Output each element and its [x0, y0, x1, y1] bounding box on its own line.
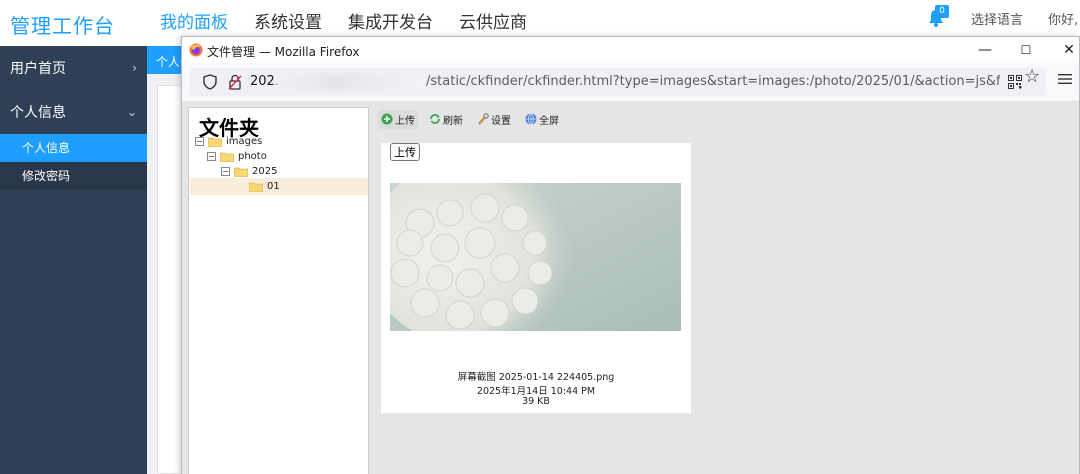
- toolbar-fullscreen-label: 全屏: [539, 115, 559, 127]
- bookmark-star-icon[interactable]: ☆: [1024, 66, 1040, 87]
- folder-icon: [208, 137, 222, 147]
- tree-item-label: images: [226, 136, 263, 147]
- firefox-logo-icon: [189, 43, 203, 57]
- close-button[interactable]: ✕: [1056, 39, 1080, 61]
- chevron-right-icon: ›: [132, 61, 137, 75]
- qr-code-icon[interactable]: [1008, 75, 1022, 89]
- tree-item-images[interactable]: − images: [195, 134, 262, 149]
- brand-title: 管理工作台: [10, 14, 115, 38]
- url-host: 202.: [250, 74, 279, 89]
- toolbar-upload-label: 上传: [395, 115, 415, 127]
- file-item-card[interactable]: 上传 屏幕截图 2025-01-14 224405.png 2025年1月14日…: [381, 143, 691, 413]
- folder-panel: 文件夹 − images − photo − 2025 01: [188, 107, 369, 474]
- ckfinder-toolbar: 上传 刷新 设置 全屏: [378, 107, 570, 131]
- sidebar-item-personal-info[interactable]: 个人信息 ⌄: [0, 90, 147, 134]
- tracking-shield-icon[interactable]: [202, 74, 218, 90]
- collapse-toggle-icon[interactable]: −: [207, 152, 216, 161]
- minimize-button[interactable]: —: [972, 39, 998, 61]
- ckfinder-app: 文件夹 − images − photo − 2025 01 上传 刷新 设置 …: [182, 101, 1079, 474]
- sidebar-item-label: 用户首页: [10, 61, 66, 77]
- toolbar-refresh-label: 刷新: [443, 115, 463, 127]
- toolbar-upload-button[interactable]: 上传: [378, 109, 418, 129]
- upload-icon: [381, 113, 393, 125]
- refresh-icon: [430, 114, 440, 124]
- folder-icon: [220, 152, 234, 162]
- tree-item-label: 2025: [252, 166, 278, 177]
- address-field[interactable]: 202. /static/ckfinder/ckfinder.html?type…: [190, 68, 1046, 96]
- url-redaction: [276, 74, 426, 90]
- nav-system-settings[interactable]: 系统设置: [254, 8, 322, 39]
- collapse-toggle-icon[interactable]: −: [221, 167, 230, 176]
- maximize-button[interactable]: ☐: [1013, 39, 1039, 61]
- hamburger-menu-icon[interactable]: [1058, 73, 1072, 85]
- firefox-window: 文件管理 — Mozilla Firefox — ☐ ✕ 202. /stati…: [181, 36, 1080, 474]
- tree-item-2025[interactable]: − 2025: [221, 164, 277, 179]
- toolbar-refresh-button[interactable]: 刷新: [426, 110, 466, 129]
- toolbar-settings-button[interactable]: 设置: [474, 110, 514, 129]
- url-bar: 202. /static/ckfinder/ckfinder.html?type…: [182, 63, 1079, 101]
- image-thumbnail[interactable]: [390, 183, 681, 331]
- language-selector[interactable]: 选择语言: [971, 9, 1023, 28]
- sidebar-subitem-personal-info[interactable]: 个人信息: [0, 134, 147, 162]
- file-size: 39 KB: [522, 396, 550, 407]
- collapse-toggle-icon[interactable]: −: [195, 137, 204, 146]
- toolbar-fullscreen-button[interactable]: 全屏: [522, 110, 562, 129]
- file-date: 2025年1月14日 10:44 PM: [476, 386, 596, 397]
- folder-icon: [249, 182, 263, 192]
- toolbar-settings-label: 设置: [491, 115, 511, 127]
- sidebar: 用户首页 › 个人信息 ⌄ 个人信息 修改密码: [0, 46, 147, 474]
- tree-item-photo[interactable]: − photo: [207, 149, 267, 164]
- sidebar-subitem-change-password[interactable]: 修改密码: [0, 162, 147, 190]
- user-greeting[interactable]: 你好,: [1048, 9, 1078, 28]
- folder-icon: [234, 167, 248, 177]
- insecure-lock-icon[interactable]: [228, 74, 242, 90]
- settings-icon: [478, 113, 489, 125]
- fullscreen-icon: [525, 113, 537, 125]
- nav-cloud-provider[interactable]: 云供应商: [459, 8, 527, 39]
- window-title: 文件管理 — Mozilla Firefox: [207, 45, 360, 59]
- notification-count-badge: 0: [935, 5, 949, 18]
- tree-item-label: 01: [267, 181, 280, 192]
- sidebar-item-label: 个人信息: [10, 105, 66, 121]
- top-nav: 我的面板 系统设置 集成开发台 云供应商: [160, 8, 553, 39]
- nav-my-panel[interactable]: 我的面板: [160, 8, 228, 39]
- file-name: 屏幕截图 2025-01-14 224405.png: [457, 372, 615, 383]
- chevron-down-icon: ⌄: [126, 105, 137, 119]
- upload-button[interactable]: 上传: [390, 143, 420, 161]
- tree-item-01[interactable]: 01: [249, 179, 280, 194]
- tree-item-label: photo: [238, 151, 267, 162]
- sidebar-item-user-home[interactable]: 用户首页 ›: [0, 46, 147, 90]
- nav-integration-dev[interactable]: 集成开发台: [348, 8, 433, 39]
- url-path: /static/ckfinder/ckfinder.html?type=imag…: [426, 74, 1000, 89]
- window-titlebar: 文件管理 — Mozilla Firefox — ☐ ✕: [182, 37, 1079, 63]
